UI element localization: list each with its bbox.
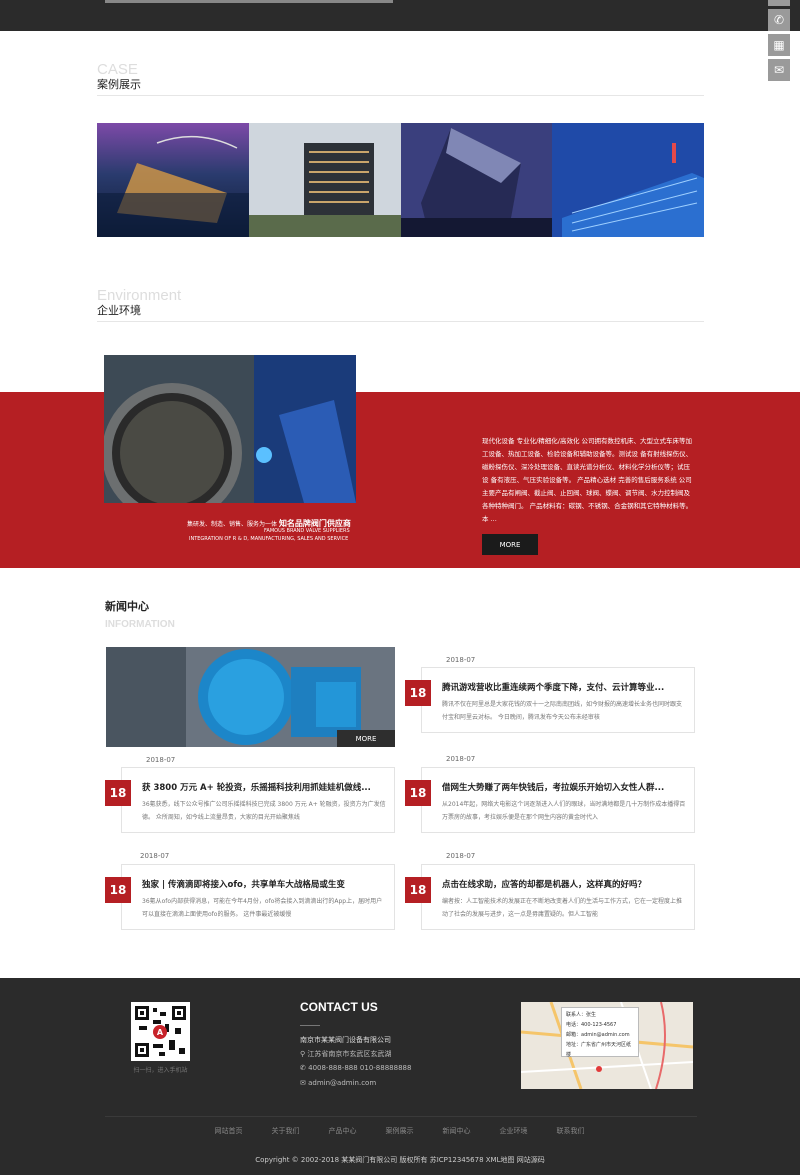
case-image-4[interactable] — [552, 123, 704, 237]
case-title-cn: 案例展示 — [97, 78, 141, 91]
phone-icon: ✆ — [300, 1064, 306, 1072]
case-title-en: CASE — [97, 61, 138, 78]
mail-icon[interactable]: ✉ — [768, 59, 790, 81]
news-card-excerpt: 从2014年起，网络大电影这个词逐渐进入人们的眼球，当时满地都是几十万制作成本播… — [442, 801, 686, 821]
environment-header: Environment 企业环境 — [97, 288, 704, 322]
qrcode-icon[interactable]: ▦ — [768, 34, 790, 56]
news-card-title[interactable]: 借网生大势赚了两年快钱后，考拉娱乐开始切入女性人群... — [442, 781, 687, 793]
environment-title-cn: 企业环境 — [97, 304, 141, 317]
map-popup-tel: 电话：400-123-4567 — [566, 1022, 617, 1028]
environment-description: 现代化设备 专业化/精细化/高效化 公司拥有数控机床、大型立式车床等加工设备、热… — [482, 437, 693, 523]
side-toolbar: ✆ ▦ ✉ — [768, 0, 790, 84]
news-title: 新闻中心 — [105, 600, 149, 613]
news-card-excerpt: 编者按：人工智能技术的发展正在不断地改变着人们的生活与工作方式，它在一定程度上推… — [442, 898, 683, 918]
map-popup: 联系人：张生 电话：400-123-4567 邮箱：admin@admin.co… — [561, 1007, 639, 1058]
qrcode-image: A — [131, 1002, 190, 1061]
news-date: 2018-07 — [446, 656, 476, 664]
qrcode-caption: 扫一扫，进入手机站 — [133, 1067, 188, 1074]
news-day-badge: 18 — [405, 680, 431, 706]
news-title-en: INFORMATION — [105, 619, 175, 630]
news-card-title[interactable]: 获 3800 万元 A+ 轮投资，乐摇摇科技利用抓娃娃机做线... — [142, 781, 387, 793]
contact-email[interactable]: admin@admin.com — [308, 1079, 376, 1087]
news-card[interactable]: 获 3800 万元 A+ 轮投资，乐摇摇科技利用抓娃娃机做线... 36氪获悉，… — [121, 767, 395, 833]
news-card-title[interactable]: 独家 | 传滴滴即将接入ofo，共享单车大战格局或生变 — [142, 878, 387, 890]
contact-phone: 4008-888-888 010-88888888 — [308, 1064, 412, 1072]
env-tagline-big: 知名品牌阀门供应商 — [278, 519, 351, 528]
environment-more-button[interactable]: MORE — [482, 534, 538, 555]
user-icon[interactable] — [768, 0, 790, 6]
footer-nav-contact[interactable]: 联系我们 — [542, 1126, 599, 1136]
news-card[interactable]: 点击在线求助，应答的却都是机器人，这样真的好吗？ 编者按：人工智能技术的发展正在… — [421, 864, 695, 930]
news-card-excerpt: 腾讯不仅在阿里总是大家花钱的双十一之际南南团线，如今财报的高速增长业务也同时跟支… — [442, 701, 683, 721]
news-day-badge: 18 — [405, 877, 431, 903]
phone-icon[interactable]: ✆ — [768, 9, 790, 31]
footer-nav-home[interactable]: 网站首页 — [200, 1126, 257, 1136]
mail-icon: ✉ — [300, 1079, 306, 1087]
env-tagline-cn: 集研发、制造、销售、服务为一体 — [187, 521, 278, 528]
news-feature-image[interactable]: MORE — [106, 647, 395, 747]
news-date: 2018-07 — [146, 756, 176, 764]
news-day-badge: 18 — [105, 877, 131, 903]
news-card-excerpt: 36氪获悉，线下公众号推广公司乐摇摇科技已完成 3800 万元 A+ 轮融资，投… — [142, 801, 386, 821]
contact-company: 南京市某某阀门设备有限公司 — [300, 1036, 391, 1044]
news-day-badge: 18 — [105, 780, 131, 806]
env-tagline-en2: INTEGRATION OF R & D, MANUFACTURING, SAL… — [189, 536, 349, 542]
news-date: 2018-07 — [446, 852, 476, 860]
case-image-2[interactable] — [249, 123, 401, 237]
news-date: 2018-07 — [446, 755, 476, 763]
contact-address: 江苏省南京市玄武区玄武湖 — [307, 1050, 392, 1058]
news-card-excerpt: 36氪从ofo内部获得消息，可能在今年4月份，ofo将会接入到滴滴出行的App上… — [142, 898, 383, 918]
footer-nav: 网站首页 关于我们 产品中心 案例展示 新闻中心 企业环境 联系我们 — [105, 1116, 697, 1136]
footer-nav-about[interactable]: 关于我们 — [257, 1126, 314, 1136]
environment-image[interactable] — [104, 355, 356, 503]
banner-edge — [105, 0, 393, 3]
top-bar — [0, 0, 800, 31]
map-popup-addr: 地址：广东省广州市天河区纸楼 — [566, 1042, 632, 1058]
footer-nav-environment[interactable]: 企业环境 — [485, 1126, 542, 1136]
news-card[interactable]: 独家 | 传滴滴即将接入ofo，共享单车大战格局或生变 36氪从ofo内部获得消… — [121, 864, 395, 930]
footer-nav-cases[interactable]: 案例展示 — [371, 1126, 428, 1136]
case-image-1[interactable] — [97, 123, 249, 237]
contact-divider — [300, 1025, 320, 1026]
news-day-badge: 18 — [405, 780, 431, 806]
environment-title-en: Environment — [97, 287, 182, 304]
news-card[interactable]: 腾讯游戏营收比重连续两个季度下降，支付、云计算等业... 腾讯不仅在阿里总是大家… — [421, 667, 695, 733]
news-card-title[interactable]: 腾讯游戏营收比重连续两个季度下降，支付、云计算等业... — [442, 681, 687, 693]
env-tagline-en1: FAMOUS BRAND VALVE SUPPLIERS — [264, 528, 350, 534]
case-image-3[interactable] — [401, 123, 553, 237]
map-popup-contact: 联系人：张生 — [566, 1012, 597, 1018]
svg-text:A: A — [157, 1028, 164, 1037]
footer-nav-news[interactable]: 新闻中心 — [428, 1126, 485, 1136]
copyright: Copyright © 2002-2018 某某阀门有限公司 版权所有 苏ICP… — [255, 1156, 545, 1164]
case-header: CASE 案例展示 — [97, 62, 704, 96]
map-popup-mail: 邮箱：admin@admin.com — [566, 1032, 630, 1038]
location-icon: ⚲ — [300, 1050, 306, 1058]
location-map[interactable]: 联系人：张生 电话：400-123-4567 邮箱：admin@admin.co… — [521, 1002, 693, 1089]
news-card-title[interactable]: 点击在线求助，应答的却都是机器人，这样真的好吗？ — [442, 878, 687, 890]
news-feature-more-button[interactable]: MORE — [337, 730, 395, 747]
footer-nav-products[interactable]: 产品中心 — [314, 1126, 371, 1136]
news-date: 2018-07 — [140, 852, 170, 860]
news-card[interactable]: 借网生大势赚了两年快钱后，考拉娱乐开始切入女性人群... 从2014年起，网络大… — [421, 767, 695, 833]
contact-title: CONTACT US — [300, 1000, 378, 1014]
